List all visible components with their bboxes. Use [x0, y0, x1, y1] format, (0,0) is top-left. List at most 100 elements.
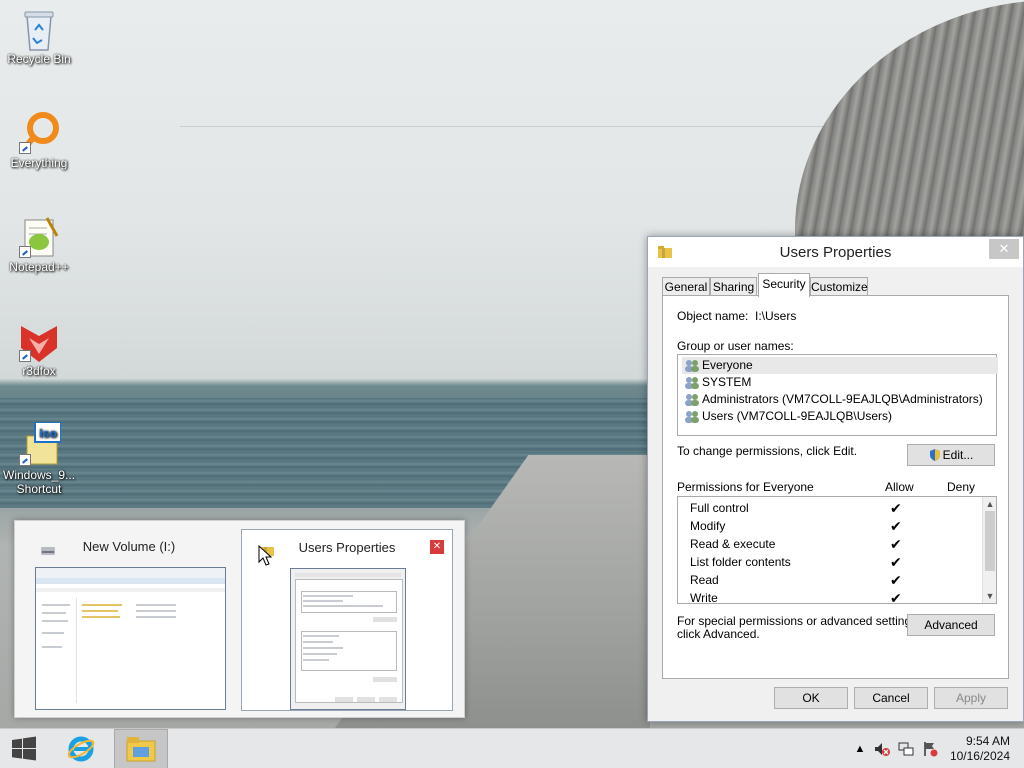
close-icon: ✕	[998, 241, 1010, 256]
taskbar-thumbnail-preview: New Volume (I:) Users Properties ✕	[14, 520, 465, 718]
permission-name: List folder contents	[690, 555, 791, 569]
start-button[interactable]	[0, 729, 48, 768]
permission-name: Write	[690, 591, 718, 603]
apply-button[interactable]: Apply	[934, 687, 1008, 709]
tab-security[interactable]: Security	[758, 273, 810, 297]
iso-file-icon: iso	[17, 421, 62, 466]
user-group-icon	[685, 411, 699, 423]
concrete-arch	[795, 0, 1024, 240]
recycle-bin-icon	[17, 6, 61, 51]
security-tab-panel: Object name: I:\Users Group or user name…	[662, 295, 1009, 679]
volume-muted-icon[interactable]	[874, 741, 890, 757]
group-or-user-names-label: Group or user names:	[677, 339, 794, 353]
user-row-everyone[interactable]: Everyone	[682, 357, 998, 374]
permission-name: Full control	[690, 501, 749, 515]
desktop-icon-notepad-plus-plus[interactable]: Notepad++	[3, 214, 75, 274]
windows-logo-icon	[12, 736, 36, 761]
object-name-label: Object name:	[677, 309, 749, 323]
special-permissions-text-line2: click Advanced.	[677, 627, 760, 641]
desktop-icon-label: Notepad++	[9, 260, 69, 274]
allow-check-icon: ✔	[890, 518, 902, 534]
permissions-for-label: Permissions for Everyone	[677, 480, 814, 494]
user-group-icon	[685, 377, 699, 389]
shortcut-arrow-icon	[19, 350, 31, 362]
user-name: Administrators (VM7COLL-9EAJLQB\Administ…	[702, 392, 983, 406]
user-group-icon	[685, 360, 699, 372]
mouse-cursor-icon	[258, 545, 273, 566]
desktop-icon-r3dfox[interactable]: r3dfox	[3, 318, 75, 378]
desktop-icon-recycle-bin[interactable]: Recycle Bin	[3, 6, 75, 66]
desktop-icon-label-line1: Windows_9...	[3, 468, 76, 482]
user-list: Everyone SYSTEM Administrators (VM7COLL-…	[677, 354, 998, 436]
tab-general[interactable]: General	[662, 277, 710, 296]
permission-row: Read & execute ✔	[690, 535, 980, 553]
thumbnail-close-button[interactable]: ✕	[430, 540, 444, 554]
shortcut-arrow-icon	[19, 454, 31, 466]
ok-button[interactable]: OK	[774, 687, 848, 709]
desktop-icon-label: Everything	[10, 156, 68, 170]
object-name-value: I:\Users	[755, 309, 797, 323]
change-permissions-text: To change permissions, click Edit.	[677, 444, 858, 458]
edit-button[interactable]: Edit...	[907, 444, 995, 466]
tab-customize[interactable]: Customize	[810, 277, 868, 296]
file-explorer-icon	[126, 737, 156, 762]
horizon-haze	[180, 126, 830, 127]
scroll-up-icon[interactable]: ▲	[983, 497, 997, 511]
user-row-users[interactable]: Users (VM7COLL-9EAJLQB\Users)	[682, 408, 998, 425]
scroll-thumb[interactable]	[985, 511, 995, 571]
edit-button-label: Edit...	[942, 448, 974, 462]
tab-sharing[interactable]: Sharing	[710, 277, 757, 296]
close-icon: ✕	[432, 541, 442, 552]
thumbnail-new-volume[interactable]: New Volume (I:)	[23, 529, 235, 711]
allow-check-icon: ✔	[890, 554, 902, 570]
dialog-close-button[interactable]: ✕	[989, 239, 1019, 259]
permissions-scrollbar[interactable]: ▲ ▼	[982, 497, 996, 603]
user-row-administrators[interactable]: Administrators (VM7COLL-9EAJLQB\Administ…	[682, 391, 998, 408]
clock-date: 10/16/2024	[949, 749, 1010, 763]
permission-row: Modify ✔	[690, 517, 980, 535]
action-center-flag-icon[interactable]	[922, 741, 938, 757]
clock-time: 9:54 AM	[965, 734, 1010, 748]
user-name: Users (VM7COLL-9EAJLQB\Users)	[702, 409, 893, 423]
allow-check-icon: ✔	[890, 500, 902, 516]
taskbar-internet-explorer[interactable]	[58, 729, 106, 768]
cancel-button[interactable]: Cancel	[854, 687, 928, 709]
taskbar: ▲ 9:54 AM 10/16/2024	[0, 728, 1024, 768]
permission-name: Read & execute	[690, 537, 776, 551]
thumbnail-dialog-preview	[290, 568, 406, 710]
permissions-list: Full control ✔ Modify ✔ Read & execute ✔…	[677, 496, 997, 604]
deny-header: Deny	[947, 480, 976, 494]
network-icon[interactable]	[898, 741, 914, 757]
permission-name: Read	[690, 573, 719, 587]
shortcut-arrow-icon	[19, 142, 31, 154]
allow-check-icon: ✔	[890, 572, 902, 588]
user-name: SYSTEM	[702, 375, 752, 389]
permission-row: Write ✔	[690, 589, 980, 603]
show-hidden-icons-icon[interactable]: ▲	[852, 741, 868, 757]
desktop-icon-label: r3dfox	[22, 364, 56, 378]
notepad-plus-plus-icon	[17, 214, 61, 258]
thumbnail-explorer-preview	[35, 567, 226, 710]
special-permissions-text-line1: For special permissions or advanced sett…	[677, 614, 921, 628]
desktop-icon-windows-iso-shortcut[interactable]: iso Windows_9... Shortcut	[3, 421, 76, 496]
allow-header: Allow	[885, 480, 914, 494]
svg-text:iso: iso	[39, 427, 57, 440]
desktop-icon-label: Recycle Bin	[7, 52, 71, 66]
dialog-titlebar[interactable]: Users Properties ✕	[648, 237, 1023, 267]
desktop-icon-everything[interactable]: Everything	[3, 110, 75, 170]
advanced-button[interactable]: Advanced	[907, 614, 995, 636]
allow-check-icon: ✔	[890, 590, 902, 603]
user-row-system[interactable]: SYSTEM	[682, 374, 998, 391]
permission-row: List folder contents ✔	[690, 553, 980, 571]
taskbar-file-explorer[interactable]	[114, 729, 168, 768]
thumbnail-title: New Volume (I:)	[82, 539, 176, 554]
r3dfox-icon	[17, 318, 61, 362]
scroll-down-icon[interactable]: ▼	[983, 589, 997, 603]
allow-check-icon: ✔	[890, 536, 902, 552]
users-properties-dialog: Users Properties ✕ General Sharing Secur…	[647, 236, 1024, 722]
system-clock[interactable]: 9:54 AM 10/16/2024	[940, 734, 1010, 764]
uac-shield-icon	[929, 449, 940, 461]
user-group-icon	[685, 394, 699, 406]
user-name: Everyone	[702, 358, 753, 372]
permission-row: Full control ✔	[690, 499, 980, 517]
